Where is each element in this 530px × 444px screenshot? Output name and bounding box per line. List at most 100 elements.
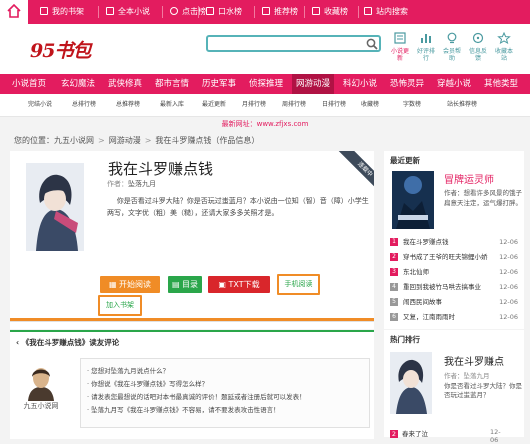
comment-ranking-link[interactable]: 口水榜 xyxy=(206,0,242,24)
top-bar: 我的书架 全本小说 点击榜 口水榜 推荐榜 收藏榜 站内搜索 xyxy=(0,0,530,24)
rank-badge: 3 xyxy=(390,268,398,276)
list-item-title[interactable]: 又复，江南雨雨时 xyxy=(403,311,493,323)
novel-update-label: 小说更新 xyxy=(390,48,409,62)
book-author: 作者：坠落九月 xyxy=(107,179,156,189)
hot-book-cover[interactable] xyxy=(390,352,432,414)
list-item-title[interactable]: 闹西民间故事 xyxy=(403,296,493,308)
breadcrumb-category[interactable]: 网游动漫 xyxy=(109,136,141,145)
nav-item-history[interactable]: 历史军事 xyxy=(198,74,240,94)
subnav-new-arrivals[interactable]: 最新入库 xyxy=(154,94,190,116)
feedback-link[interactable]: 信息反馈 xyxy=(468,32,488,62)
rank-badge: 6 xyxy=(390,313,398,321)
list-item[interactable]: 2 穿书成了王爷的旺夫锦鲤小娇 12-06 xyxy=(390,251,518,263)
list-item-title[interactable]: 东北仙师 xyxy=(403,266,493,278)
search-icon[interactable] xyxy=(366,38,378,50)
nav-item-fantasy[interactable]: 玄幻魔法 xyxy=(57,74,99,94)
add-to-shelf-button[interactable]: 加入书架 xyxy=(98,295,142,316)
feedback-icon xyxy=(472,32,484,44)
comment-box[interactable]: · 您想对坠落九月说点什么？ · 你想说《我在斗罗赚点钱》写得怎么样？ · 请发… xyxy=(80,358,370,428)
book-description: 你是否看过斗罗大陆？你是否玩过蚩蓝月？本小说由一位知（智）音（障）小学生两写，文… xyxy=(107,197,369,217)
divider xyxy=(358,6,359,18)
clock-icon xyxy=(170,7,178,15)
txt-download-button[interactable]: ▣ TXT下载 xyxy=(208,276,270,293)
subnav-admin-picks[interactable]: 站长推荐榜 xyxy=(438,94,486,116)
nav-item-home[interactable]: 小说首页 xyxy=(8,74,50,94)
home-button[interactable] xyxy=(0,0,28,24)
novel-update-link[interactable]: 小说更新 xyxy=(390,32,410,62)
nav-item-time-travel[interactable]: 穿越小说 xyxy=(433,74,475,94)
list-item-date: 12-06 xyxy=(499,268,518,276)
list-item-date: 12-06 xyxy=(499,298,518,306)
nav-item-game-anime[interactable]: 网游动漫 xyxy=(292,74,334,94)
list-item[interactable]: 4 重回到我被竹马哄去搞事业 12-06 xyxy=(390,281,518,293)
breadcrumb-site[interactable]: 九五小说网 xyxy=(54,136,94,145)
list-item[interactable]: 5 闹西民间故事 12-06 xyxy=(390,296,518,308)
list-item[interactable]: 1 我在斗罗赚点钱 12-06 xyxy=(390,236,518,248)
nav-item-urban[interactable]: 都市言情 xyxy=(151,74,193,94)
breadcrumb-separator: > xyxy=(144,136,152,145)
my-bookshelf-link[interactable]: 我的书架 xyxy=(40,0,84,24)
star-icon xyxy=(312,7,320,15)
recommend-ranking-link[interactable]: 推荐榜 xyxy=(262,0,298,24)
hot-book-title[interactable]: 我在斗罗赚点 xyxy=(444,353,504,368)
site-search-label: 站内搜索 xyxy=(376,7,408,16)
hot-author[interactable]: 坠落九月 xyxy=(464,372,490,380)
user-avatar-icon xyxy=(28,368,54,401)
featured-book-title[interactable]: 冒牌运灵师 xyxy=(444,171,494,186)
list-item-title[interactable]: 我在斗罗赚点钱 xyxy=(403,236,493,248)
txt-download-label: TXT下载 xyxy=(228,280,260,289)
bulb-icon xyxy=(447,32,457,44)
search-small-icon xyxy=(364,7,372,15)
nav-item-wuxia[interactable]: 武侠修真 xyxy=(104,74,146,94)
toc-button[interactable]: ▤ 目录 xyxy=(168,276,202,293)
subnav-weekly-ranking[interactable]: 周排行榜 xyxy=(276,94,312,116)
comment-hint-line: · 坠落九月写《我在斗罗赚点钱》不容易，请不要发表攻击性语言！ xyxy=(87,406,280,414)
subnav-total-recommend[interactable]: 总推荐榜 xyxy=(110,94,146,116)
subnav-word-count[interactable]: 字数榜 xyxy=(394,94,430,116)
start-reading-button[interactable]: ▦ 开始阅读 xyxy=(100,276,160,293)
list-item[interactable]: 3 东北仙师 12-06 xyxy=(390,266,518,278)
completed-novels-link[interactable]: 全本小说 xyxy=(106,0,150,24)
download-icon: ▣ xyxy=(218,280,229,289)
status-ribbon: 连载中 xyxy=(335,151,374,190)
chart-icon xyxy=(421,34,431,43)
comment-hint-line: · 请发表您最想说的话吧对本书最真诚的评价！题延或者注册后就可以发表！ xyxy=(87,393,306,401)
book-cover[interactable] xyxy=(26,163,84,251)
rating-ranking-link[interactable]: 好评排行 xyxy=(416,32,436,62)
favorite-ranking-link[interactable]: 收藏榜 xyxy=(312,0,348,24)
subnav-completed[interactable]: 完结小说 xyxy=(22,94,58,116)
list-item-title[interactable]: 重回到我被竹马哄去搞事业 xyxy=(403,281,493,293)
bookmark-site-label: 收藏本站 xyxy=(494,48,513,62)
divider xyxy=(198,6,199,18)
nav-item-scifi[interactable]: 科幻小说 xyxy=(339,74,381,94)
nav-item-horror[interactable]: 恐怖灵异 xyxy=(386,74,428,94)
rank-badge: 1 xyxy=(390,238,398,246)
subnav-total-ranking[interactable]: 总排行榜 xyxy=(66,94,102,116)
list-item-title[interactable]: 穿书成了王爷的旺夫锦鲤小娇 xyxy=(403,251,493,263)
mobile-read-button[interactable]: 手机阅读 xyxy=(277,274,320,295)
subnav-recent-updates[interactable]: 最近更新 xyxy=(196,94,232,116)
cover-illustration xyxy=(26,163,84,251)
featured-book-cover[interactable] xyxy=(392,171,434,229)
member-help-link[interactable]: 会员帮助 xyxy=(442,32,462,62)
subnav-favorites[interactable]: 收藏榜 xyxy=(352,94,388,116)
book-update-icon xyxy=(394,32,406,44)
featured-author[interactable]: 想看许多风景的饿子 xyxy=(464,189,523,197)
search-input[interactable] xyxy=(206,35,381,52)
list-item[interactable]: 6 又复，江南雨雨时 12-06 xyxy=(390,311,518,323)
nav-item-detective[interactable]: 侦探推理 xyxy=(245,74,287,94)
site-search-link[interactable]: 站内搜索 xyxy=(364,0,408,24)
site-header: 95书包 小说更新 好评排行 会员帮助 信息反馈 收藏本站 xyxy=(0,24,530,74)
subnav-daily-ranking[interactable]: 日排行榜 xyxy=(316,94,352,116)
site-logo[interactable]: 95书包 xyxy=(30,36,91,63)
book-title: 我在斗罗赚点钱 xyxy=(108,160,214,178)
favorite-ranking-label: 收藏榜 xyxy=(324,7,348,16)
click-ranking-link[interactable]: 点击榜 xyxy=(170,0,206,24)
author-link[interactable]: 坠落九月 xyxy=(128,180,156,188)
my-bookshelf-label: 我的书架 xyxy=(52,7,84,16)
subnav-monthly-ranking[interactable]: 月排行榜 xyxy=(236,94,272,116)
divider xyxy=(10,321,374,330)
nav-item-other[interactable]: 其他类型 xyxy=(478,74,524,94)
bookmark-site-link[interactable]: 收藏本站 xyxy=(494,31,514,62)
comment-hint-line: · 你想说《我在斗罗赚点钱》写得怎么样？ xyxy=(87,380,209,388)
